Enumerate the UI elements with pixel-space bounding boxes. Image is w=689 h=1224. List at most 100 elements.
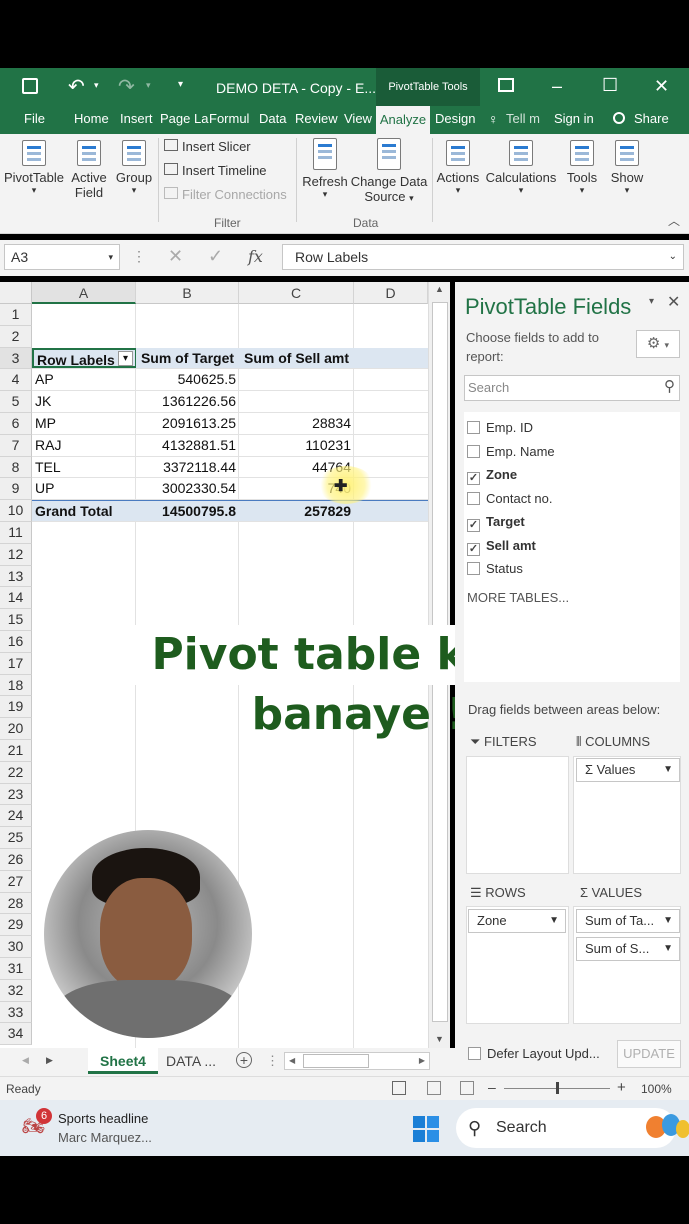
row-header[interactable]: 15 [0, 609, 32, 631]
table-row[interactable]: MP 2091613.25 28834 [32, 413, 428, 435]
row-header[interactable]: 28 [0, 892, 32, 915]
target-value[interactable]: 1361226.56 [136, 391, 239, 412]
row-header[interactable]: 17 [0, 652, 32, 675]
column-header-a[interactable]: A [32, 282, 136, 304]
row-header[interactable]: 1 [0, 304, 32, 326]
row-header[interactable]: 31 [0, 958, 32, 980]
row-header[interactable]: 33 [0, 1001, 32, 1024]
sell-value[interactable] [239, 391, 354, 412]
checked-checkbox-icon[interactable]: ✓ [467, 472, 480, 485]
checkbox-icon[interactable] [467, 491, 480, 505]
field-item[interactable]: ✓ Target [467, 514, 525, 532]
row-header[interactable]: 3 [0, 347, 32, 370]
calculations-button[interactable]: Calculations ▾ [484, 140, 558, 196]
row-header[interactable]: 30 [0, 936, 32, 958]
zoom-level[interactable]: 100% [641, 1082, 672, 1096]
show-button[interactable]: Show ▾ [606, 140, 648, 196]
values-sum-sell-pill[interactable]: Sum of S... ▼ [576, 937, 680, 961]
update-button[interactable]: UPDATE [617, 1040, 681, 1068]
row-header[interactable]: 22 [0, 761, 32, 784]
field-item[interactable]: ✓ Zone [467, 467, 517, 485]
customize-qat-icon[interactable]: ▾ [178, 79, 183, 90]
change-data-source-button[interactable]: Change Data Source ▾ [350, 138, 428, 204]
table-row[interactable]: RAJ 4132881.51 110231 [32, 435, 428, 457]
row-header[interactable]: 25 [0, 827, 32, 849]
defer-layout-checkbox[interactable]: Defer Layout Upd... [468, 1046, 600, 1061]
tab-insert[interactable]: Insert [120, 111, 153, 126]
field-item[interactable]: ✓ Sell amt [467, 538, 536, 556]
grand-total-label[interactable]: Grand Total [32, 501, 136, 521]
scroll-right-icon[interactable]: ▶ [419, 1056, 425, 1065]
sheet-tab-data[interactable]: DATA ... [166, 1053, 216, 1069]
checked-checkbox-icon[interactable]: ✓ [467, 542, 480, 556]
row-header[interactable]: 6 [0, 413, 32, 435]
sell-value[interactable]: 28834 [239, 413, 354, 434]
formula-input[interactable]: Row Labels ⌄ [282, 244, 684, 270]
cancel-icon[interactable]: ✕ [168, 246, 183, 267]
pivottable-button[interactable]: PivotTable ▾ [2, 140, 66, 196]
tab-formulas[interactable]: Formul [209, 111, 249, 126]
row-header[interactable]: 12 [0, 543, 32, 566]
pivot-header-row[interactable]: Row Labels Sum of Target Sum of Sell amt ▾ [32, 347, 428, 370]
select-all-corner[interactable] [0, 282, 32, 304]
column-header-d[interactable]: D [354, 282, 428, 304]
zone-label[interactable]: TEL [32, 457, 136, 478]
tell-me-input[interactable]: Tell m [506, 111, 540, 126]
active-field-button[interactable]: Active Field [68, 140, 110, 200]
rows-zone-pill[interactable]: Zone ▼ [468, 909, 566, 933]
redo-icon[interactable]: ↷ [118, 74, 135, 99]
sum-target-header[interactable]: Sum of Target [136, 348, 239, 369]
table-row[interactable]: AP 540625.5 [32, 369, 428, 392]
sum-sell-header[interactable]: Sum of Sell amt [239, 348, 354, 369]
row-header[interactable]: 9 [0, 478, 32, 501]
ribbon-display-icon[interactable] [498, 78, 514, 92]
tab-page-layout[interactable]: Page La [160, 111, 208, 126]
grand-total-target[interactable]: 14500795.8 [136, 501, 239, 521]
checkbox-icon[interactable] [467, 444, 480, 458]
more-tables-link[interactable]: MORE TABLES... [467, 590, 569, 605]
zone-label[interactable]: RAJ [32, 435, 136, 456]
field-item[interactable]: Contact no. [467, 491, 553, 506]
grand-total-row[interactable]: Grand Total 14500795.8 257829 [32, 500, 428, 522]
chevron-down-icon[interactable]: ⌄ [669, 245, 677, 269]
news-headline[interactable]: Sports headline [58, 1111, 148, 1126]
zoom-out-icon[interactable]: – [488, 1079, 496, 1095]
target-value[interactable]: 3002330.54 [136, 478, 239, 499]
checked-checkbox-icon[interactable]: ✓ [467, 519, 480, 532]
target-value[interactable]: 3372118.44 [136, 457, 239, 478]
sell-value[interactable]: 110231 [239, 435, 354, 456]
values-sum-target-pill[interactable]: Sum of Ta... ▼ [576, 909, 680, 933]
zone-label[interactable]: JK [32, 391, 136, 412]
enter-icon[interactable]: ✓ [208, 246, 223, 267]
checkbox-icon[interactable] [467, 562, 480, 575]
filter-connections-button[interactable]: Filter Connections [164, 187, 287, 202]
scroll-up-icon[interactable]: ▲ [435, 284, 444, 294]
row-header[interactable]: 7 [0, 434, 32, 457]
minimize-button[interactable]: – [552, 76, 562, 97]
add-sheet-icon[interactable]: + [236, 1052, 252, 1068]
horizontal-scrollbar[interactable]: ◀ ▶ [284, 1052, 430, 1070]
table-row[interactable]: JK 1361226.56 [32, 391, 428, 413]
scroll-left-icon[interactable]: ◀ [289, 1056, 295, 1065]
scroll-tabs-left-icon[interactable]: ◀ [22, 1055, 29, 1066]
column-header-b[interactable]: B [136, 282, 239, 304]
maximize-button[interactable]: ☐ [602, 75, 618, 96]
tab-data[interactable]: Data [259, 111, 286, 126]
target-value[interactable]: 540625.5 [136, 369, 239, 390]
group-button[interactable]: Group ▾ [114, 140, 154, 196]
undo-icon[interactable]: ↶ [68, 74, 85, 99]
row-header[interactable]: 4 [0, 369, 32, 392]
insert-function-icon[interactable]: fx [248, 247, 263, 266]
actions-button[interactable]: Actions ▾ [434, 140, 482, 196]
insert-slicer-button[interactable]: Insert Slicer [164, 139, 251, 154]
horizontal-scroll-thumb[interactable] [303, 1054, 369, 1068]
collapse-ribbon-icon[interactable]: ︿ [668, 212, 680, 229]
row-header[interactable]: 27 [0, 870, 32, 893]
taskbar-search[interactable]: ⚲ Search [456, 1108, 676, 1148]
tab-analyze[interactable]: Analyze [376, 106, 430, 134]
columns-values-pill[interactable]: Σ Values ▼ [576, 758, 680, 782]
row-header[interactable]: 11 [0, 522, 32, 544]
pane-close-icon[interactable]: ✕ [667, 292, 680, 312]
insert-timeline-button[interactable]: Insert Timeline [164, 163, 267, 178]
checkbox-icon[interactable] [467, 421, 480, 434]
